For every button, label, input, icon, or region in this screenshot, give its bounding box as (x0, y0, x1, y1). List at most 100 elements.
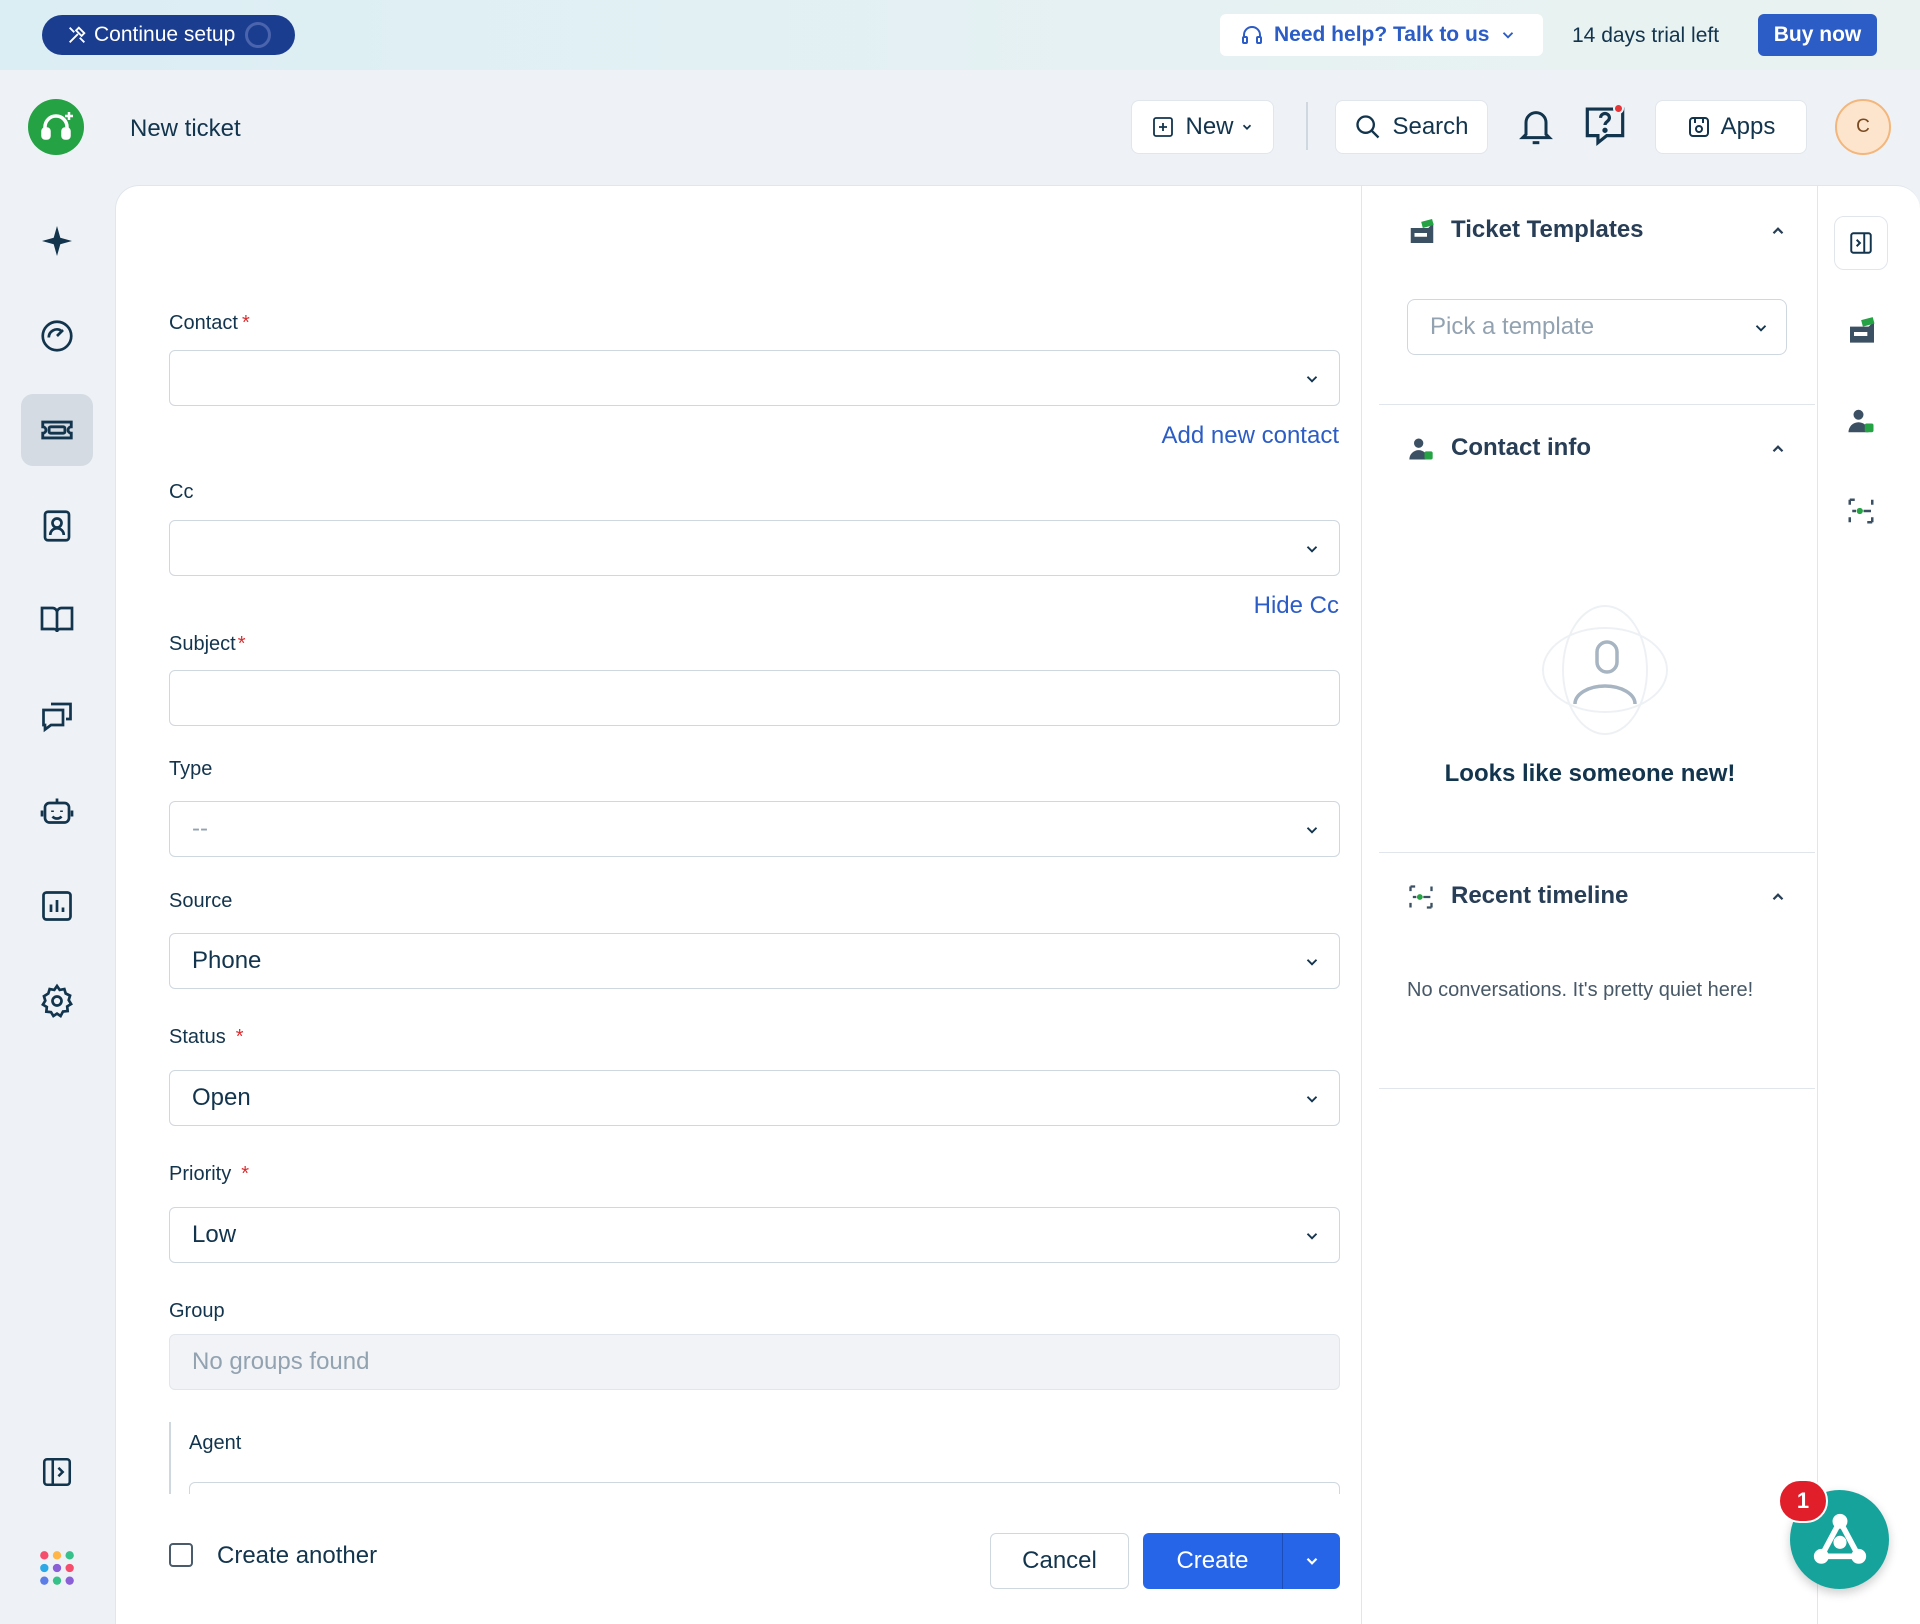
nav-freddy-ai[interactable] (21, 205, 93, 277)
header-divider (1306, 102, 1308, 150)
create-another-label[interactable]: Create another (217, 1542, 377, 1570)
create-another-checkbox[interactable] (169, 1543, 193, 1567)
source-label: Source (169, 890, 233, 912)
apps-button-label: Apps (1720, 113, 1776, 140)
type-value: -- (192, 815, 208, 842)
timeline-icon[interactable] (1846, 496, 1876, 526)
continue-setup-button[interactable]: Continue setup (42, 15, 295, 55)
add-new-contact-link[interactable]: Add new contact (1162, 422, 1339, 450)
new-ticket-form: Contact * Add new contact Cc Hide Cc Subj… (115, 185, 1362, 1624)
need-help-label: Need help? Talk to us (1274, 23, 1490, 46)
chevron-down-icon (1306, 1233, 1318, 1240)
recent-timeline-title: Recent timeline (1451, 882, 1629, 909)
chevron-down-icon (1306, 1557, 1317, 1565)
group-select: No groups found (169, 1334, 1340, 1390)
section-divider (1379, 404, 1815, 405)
ticket-sidebar: Ticket Templates Pick a template Contact… (1361, 185, 1817, 1624)
chevron-up-icon[interactable] (1769, 222, 1787, 240)
contact-card-icon (43, 510, 71, 542)
user-avatar[interactable]: C (1835, 99, 1891, 155)
priority-value: Low (192, 1221, 237, 1248)
subject-label: Subject * (169, 633, 246, 655)
bot-icon (40, 798, 74, 824)
need-help-button[interactable]: Need help? Talk to us (1220, 14, 1543, 56)
source-select[interactable]: Phone (169, 933, 1340, 989)
hide-cc-link[interactable]: Hide Cc (1254, 592, 1339, 620)
chevron-down-icon (1306, 546, 1318, 553)
network-triangle-icon (1813, 1513, 1866, 1564)
tools-icon (69, 26, 86, 43)
contact-select[interactable] (169, 350, 1340, 406)
nav-expand-sidebar[interactable] (21, 1436, 93, 1508)
gear-icon (41, 983, 73, 1018)
nav-analytics[interactable] (21, 870, 93, 942)
chevron-up-icon[interactable] (1769, 440, 1787, 458)
plus-square-icon (1153, 117, 1174, 137)
nav-solutions[interactable] (21, 584, 93, 656)
create-button[interactable]: Create (1143, 1547, 1282, 1575)
chevron-down-icon (1503, 32, 1514, 39)
chevron-down-icon (1306, 959, 1318, 966)
product-switcher-dots-icon (40, 1551, 74, 1585)
nav-conversations[interactable] (21, 680, 93, 752)
ticket-template-icon[interactable] (1846, 316, 1878, 348)
empty-contact-illustration (1542, 605, 1668, 735)
nav-bots[interactable] (21, 776, 93, 848)
continue-setup-label: Continue setup (94, 23, 236, 46)
apps-button[interactable]: Apps (1655, 100, 1807, 154)
group-label: Group (169, 1300, 225, 1322)
section-divider (1379, 1088, 1815, 1089)
sparkle-icon (42, 226, 72, 256)
expand-sidebar-icon (42, 1457, 72, 1487)
freshdesk-logo[interactable] (28, 99, 84, 155)
group-value: No groups found (192, 1348, 370, 1375)
nav-admin-settings[interactable] (21, 965, 93, 1037)
type-label: Type (169, 758, 213, 780)
nav-tickets[interactable] (21, 394, 93, 466)
cancel-button[interactable]: Cancel (990, 1533, 1129, 1589)
agent-label: Agent (189, 1432, 242, 1454)
new-button-label: New (1185, 113, 1234, 140)
cc-select[interactable] (169, 520, 1340, 576)
notification-dot (1613, 103, 1624, 114)
trial-banner: Continue setup Need help? Talk to us 14 … (0, 0, 1920, 70)
bar-chart-icon (42, 891, 72, 921)
nav-dashboard[interactable] (21, 300, 93, 372)
collapse-panel-icon (1850, 232, 1872, 254)
ticket-templates-title: Ticket Templates (1451, 216, 1644, 243)
contact-person-icon[interactable] (1846, 406, 1876, 436)
template-picker[interactable]: Pick a template (1407, 299, 1787, 355)
setup-progress-ring (245, 22, 272, 48)
chevron-down-icon (1242, 124, 1251, 130)
template-picker-placeholder: Pick a template (1430, 313, 1595, 340)
cc-label: Cc (169, 481, 194, 503)
bell-icon[interactable] (1516, 104, 1556, 148)
contact-person-icon (1409, 438, 1433, 460)
new-button[interactable]: New (1131, 100, 1274, 154)
contact-label: Contact * (169, 312, 250, 334)
dashboard-gauge-icon (41, 320, 73, 352)
chevron-down-icon (1306, 1096, 1318, 1103)
apps-icon (1688, 117, 1709, 137)
assistant-notification-badge: 1 (1778, 1479, 1828, 1523)
book-icon (40, 606, 74, 633)
status-value: Open (192, 1084, 251, 1111)
trial-remaining-text: 14 days trial left (1572, 24, 1720, 47)
subject-input[interactable] (169, 670, 1340, 726)
sidebar-rail (1817, 185, 1920, 1624)
buy-now-button[interactable]: Buy now (1758, 14, 1877, 56)
nav-app-switcher[interactable] (21, 1532, 93, 1604)
type-select[interactable]: -- (169, 801, 1340, 857)
create-options-dropdown[interactable] (1283, 1552, 1340, 1570)
status-select[interactable]: Open (169, 1070, 1340, 1126)
contact-info-title: Contact info (1451, 434, 1591, 461)
chevron-up-icon[interactable] (1769, 888, 1787, 906)
search-button-label: Search (1392, 113, 1469, 140)
priority-select[interactable]: Low (169, 1207, 1340, 1263)
nav-contacts[interactable] (21, 490, 93, 562)
timeline-icon (1409, 885, 1433, 909)
chevron-down-icon (1755, 325, 1767, 332)
collapse-sidebar-button[interactable] (1834, 216, 1888, 270)
search-button[interactable]: Search (1335, 100, 1488, 154)
chevron-down-icon (1306, 827, 1318, 834)
